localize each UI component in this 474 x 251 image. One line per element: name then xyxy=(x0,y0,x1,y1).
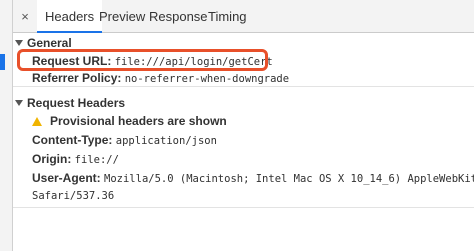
user-agent-value: Mozilla/5.0 (Macintosh; Intel Mac OS X 1… xyxy=(104,173,474,185)
general-section-header[interactable]: General xyxy=(15,36,72,50)
triangle-down-icon xyxy=(15,100,23,106)
section-divider xyxy=(13,86,474,87)
bottom-divider xyxy=(13,207,474,208)
request-list-edge[interactable] xyxy=(0,0,13,251)
request-headers-section-title: Request Headers xyxy=(27,96,126,110)
provisional-notice-row: Provisional headers are shown xyxy=(32,114,227,128)
request-headers-section-header[interactable]: Request Headers xyxy=(15,96,125,110)
content-type-key: Content-Type: xyxy=(32,133,113,147)
referrer-policy-value: no-referrer-when-downgrade xyxy=(124,73,290,85)
referrer-policy-row: Referrer Policy: no-referrer-when-downgr… xyxy=(32,71,289,85)
general-section-title: General xyxy=(27,36,72,50)
network-headers-panel: × Headers Preview Response Timing Genera… xyxy=(0,0,474,251)
content-type-value: application/json xyxy=(115,135,217,147)
origin-value: file:// xyxy=(74,154,119,166)
user-agent-key: User-Agent: xyxy=(32,171,101,185)
tab-timing[interactable]: Timing xyxy=(200,0,255,32)
close-icon[interactable]: × xyxy=(15,0,35,32)
provisional-notice: Provisional headers are shown xyxy=(50,114,227,128)
request-url-highlight xyxy=(17,49,268,71)
origin-key: Origin: xyxy=(32,152,72,166)
tab-bar: × Headers Preview Response Timing xyxy=(13,0,474,33)
user-agent-continuation-row: Safari/537.36 xyxy=(32,188,114,202)
triangle-down-icon xyxy=(15,40,23,46)
referrer-policy-key: Referrer Policy: xyxy=(32,71,122,85)
selected-request-marker xyxy=(0,54,5,70)
origin-row: Origin: file:// xyxy=(32,152,119,166)
user-agent-row: User-Agent: Mozilla/5.0 (Macintosh; Inte… xyxy=(32,171,474,185)
warning-icon xyxy=(32,117,42,126)
content-type-row: Content-Type: application/json xyxy=(32,133,217,147)
user-agent-value-continued: Safari/537.36 xyxy=(32,190,115,202)
